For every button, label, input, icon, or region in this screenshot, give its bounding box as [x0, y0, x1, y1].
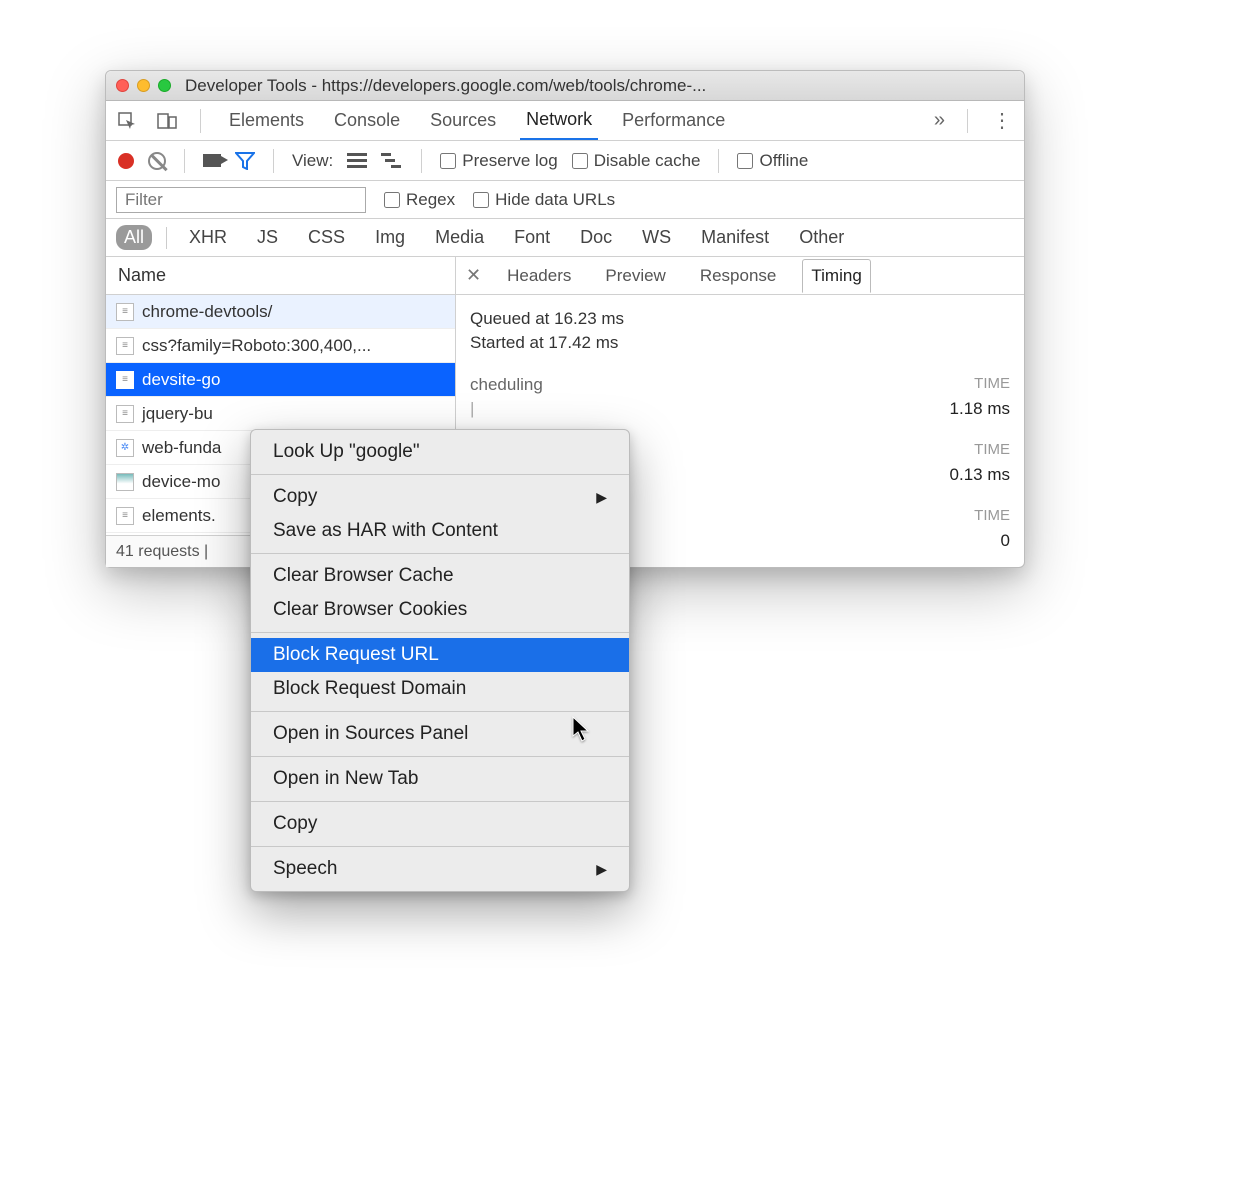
- timing-time-header: TIME: [974, 375, 1010, 395]
- hide-data-urls-checkbox[interactable]: Hide data URLs: [473, 190, 615, 210]
- record-button[interactable]: [118, 153, 134, 169]
- settings-menu-icon[interactable]: ⋮: [990, 108, 1014, 133]
- network-toolbar: View: Preserve log Disable cache Offline: [106, 141, 1024, 181]
- separator: [251, 632, 629, 633]
- filter-toggle-icon[interactable]: [235, 152, 255, 170]
- ctx-save-har[interactable]: Save as HAR with Content: [251, 514, 629, 548]
- zoom-window-button[interactable]: [158, 79, 171, 92]
- traffic-lights: [116, 79, 171, 92]
- separator: [273, 149, 274, 173]
- separator: [251, 801, 629, 802]
- minimize-window-button[interactable]: [137, 79, 150, 92]
- submenu-arrow-icon: ▶: [596, 861, 607, 878]
- filter-type-media[interactable]: Media: [427, 225, 492, 250]
- filter-type-other[interactable]: Other: [791, 225, 852, 250]
- separator: [251, 711, 629, 712]
- filter-type-css[interactable]: CSS: [300, 225, 353, 250]
- separator: [251, 553, 629, 554]
- document-icon: ≡: [116, 303, 134, 321]
- timing-value: 0: [1001, 531, 1010, 551]
- tab-network[interactable]: Network: [520, 101, 598, 140]
- document-icon: ≡: [116, 337, 134, 355]
- detail-tabs: ✕ Headers Preview Response Timing: [456, 257, 1024, 295]
- detail-tab-timing[interactable]: Timing: [802, 259, 870, 293]
- detail-tab-preview[interactable]: Preview: [597, 260, 673, 292]
- ctx-lookup[interactable]: Look Up "google": [251, 435, 629, 469]
- filter-type-manifest[interactable]: Manifest: [693, 225, 777, 250]
- timing-time-header: TIME: [974, 441, 1010, 461]
- tabs-overflow-icon[interactable]: »: [934, 109, 945, 132]
- view-label: View:: [292, 151, 333, 171]
- filter-type-doc[interactable]: Doc: [572, 225, 620, 250]
- panel-tabs: Elements Console Sources Network Perform…: [106, 101, 1024, 141]
- tab-performance[interactable]: Performance: [616, 102, 731, 139]
- context-menu: Look Up "google" Copy▶ Save as HAR with …: [250, 429, 630, 892]
- request-row[interactable]: ≡chrome-devtools/: [106, 295, 455, 329]
- separator: [251, 846, 629, 847]
- detail-tab-headers[interactable]: Headers: [499, 260, 579, 292]
- separator: [967, 109, 968, 133]
- window-title: Developer Tools - https://developers.goo…: [185, 76, 1014, 96]
- filter-row: Regex Hide data URLs: [106, 181, 1024, 219]
- toggle-device-icon[interactable]: [156, 110, 178, 132]
- window-titlebar: Developer Tools - https://developers.goo…: [106, 71, 1024, 101]
- waterfall-view-icon[interactable]: [381, 153, 403, 169]
- separator: [718, 149, 719, 173]
- timing-value: 0.13 ms: [950, 465, 1010, 485]
- submenu-arrow-icon: ▶: [596, 489, 607, 506]
- document-icon: ≡: [116, 507, 134, 525]
- timing-value: 1.18 ms: [950, 399, 1010, 419]
- tab-elements[interactable]: Elements: [223, 102, 310, 139]
- filter-type-ws[interactable]: WS: [634, 225, 679, 250]
- ctx-clear-cache[interactable]: Clear Browser Cache: [251, 559, 629, 593]
- tab-sources[interactable]: Sources: [424, 102, 502, 139]
- ctx-block-request-domain[interactable]: Block Request Domain: [251, 672, 629, 706]
- filter-input[interactable]: [116, 187, 366, 213]
- separator: [251, 756, 629, 757]
- offline-checkbox[interactable]: Offline: [737, 151, 808, 171]
- timing-time-header: TIME: [974, 507, 1010, 527]
- inspect-element-icon[interactable]: [116, 110, 138, 132]
- close-detail-icon[interactable]: ✕: [466, 265, 481, 286]
- separator: [251, 474, 629, 475]
- gear-icon: ✲: [116, 439, 134, 457]
- filter-types: All XHR JS CSS Img Media Font Doc WS Man…: [106, 219, 1024, 257]
- ctx-speech-submenu[interactable]: Speech▶: [251, 852, 629, 886]
- timing-queued: Queued at 16.23 ms: [470, 309, 1010, 329]
- request-row[interactable]: ≡css?family=Roboto:300,400,...: [106, 329, 455, 363]
- clear-button[interactable]: [148, 152, 166, 170]
- ctx-open-new-tab[interactable]: Open in New Tab: [251, 762, 629, 796]
- disable-cache-checkbox[interactable]: Disable cache: [572, 151, 701, 171]
- request-row[interactable]: ≡jquery-bu: [106, 397, 455, 431]
- filter-type-font[interactable]: Font: [506, 225, 558, 250]
- filter-type-img[interactable]: Img: [367, 225, 413, 250]
- regex-checkbox[interactable]: Regex: [384, 190, 455, 210]
- request-row-selected[interactable]: ≡devsite-go: [106, 363, 455, 397]
- ctx-copy-submenu[interactable]: Copy▶: [251, 480, 629, 514]
- tab-console[interactable]: Console: [328, 102, 406, 139]
- ctx-open-sources[interactable]: Open in Sources Panel: [251, 717, 629, 751]
- large-rows-icon[interactable]: [347, 153, 367, 169]
- detail-tab-response[interactable]: Response: [692, 260, 785, 292]
- timing-section-label: cheduling: [470, 375, 543, 395]
- ctx-copy[interactable]: Copy: [251, 807, 629, 841]
- ctx-clear-cookies[interactable]: Clear Browser Cookies: [251, 593, 629, 627]
- capture-screenshots-icon[interactable]: [203, 154, 221, 167]
- separator: [200, 109, 201, 133]
- close-window-button[interactable]: [116, 79, 129, 92]
- document-icon: ≡: [116, 371, 134, 389]
- separator: [184, 149, 185, 173]
- separator: [166, 227, 167, 249]
- filter-type-xhr[interactable]: XHR: [181, 225, 235, 250]
- ctx-block-request-url[interactable]: Block Request URL: [251, 638, 629, 672]
- column-header-name[interactable]: Name: [106, 257, 455, 295]
- document-icon: ≡: [116, 405, 134, 423]
- preserve-log-checkbox[interactable]: Preserve log: [440, 151, 557, 171]
- timing-started: Started at 17.42 ms: [470, 333, 1010, 353]
- filter-type-all[interactable]: All: [116, 225, 152, 250]
- image-icon: [116, 473, 134, 491]
- separator: [421, 149, 422, 173]
- filter-type-js[interactable]: JS: [249, 225, 286, 250]
